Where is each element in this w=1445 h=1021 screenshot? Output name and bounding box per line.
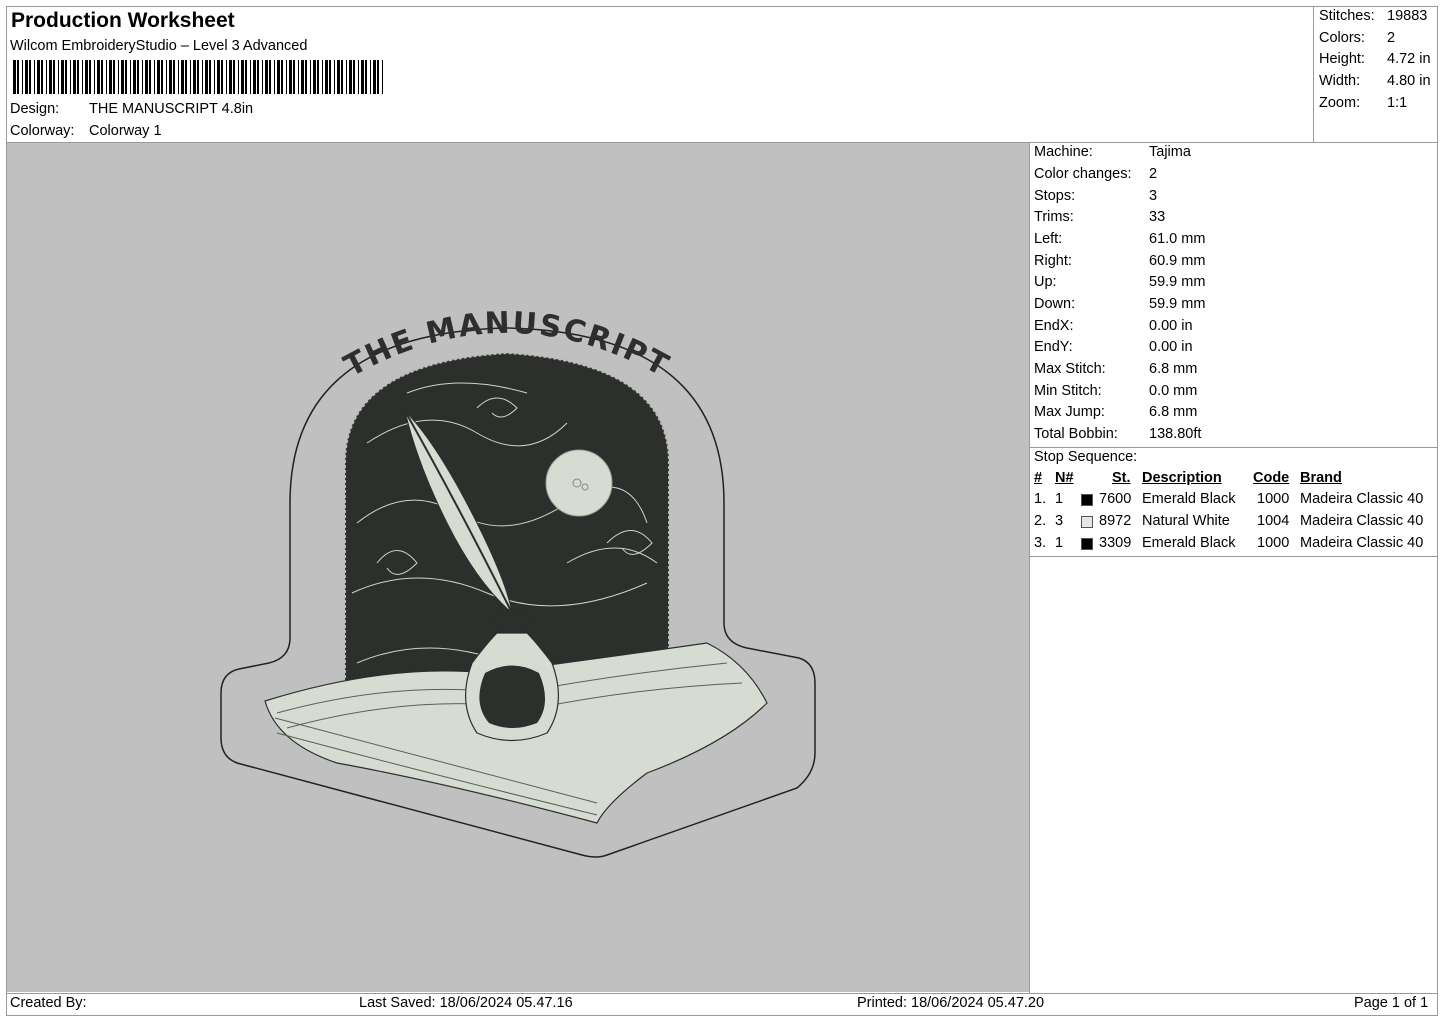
info-max-jump: Max Jump: 6.8 mm <box>1034 404 1198 420</box>
info-stops: Stops: 3 <box>1034 188 1158 204</box>
info-down: Down: 59.9 mm <box>1034 296 1206 312</box>
color-swatch <box>1081 516 1093 528</box>
page-title: Production Worksheet <box>11 9 235 32</box>
design-label: Design: <box>10 101 60 117</box>
info-trims: Trims: 33 <box>1034 209 1166 225</box>
design-value: THE MANUSCRIPT 4.8in <box>89 101 254 117</box>
info-endy: EndY: 0.00 in <box>1034 339 1193 355</box>
info-left: Left: 61.0 mm <box>1034 231 1206 247</box>
color-swatch <box>1081 538 1093 550</box>
summary-width: Width: 4.80 in <box>1319 73 1431 89</box>
col-description: Description <box>1142 470 1222 486</box>
design-row: Design: THE MANUSCRIPT 4.8in <box>10 101 253 117</box>
software-subtitle: Wilcom EmbroideryStudio – Level 3 Advanc… <box>10 38 308 54</box>
info-up: Up: 59.9 mm <box>1034 274 1206 290</box>
info-total-bobbin: Total Bobbin: 138.80ft <box>1034 426 1202 442</box>
color-swatch <box>1081 494 1093 506</box>
stop-sequence-bottom-divider <box>1030 556 1438 557</box>
info-max-stitch: Max Stitch: 6.8 mm <box>1034 361 1198 377</box>
footer: Created By: Last Saved: 18/06/2024 05.47… <box>7 993 1438 1015</box>
last-saved: Last Saved: 18/06/2024 05.47.16 <box>359 995 573 1011</box>
table-row: 3. 1 3309 Emerald Black 1000 Madeira Cla… <box>1034 535 1424 551</box>
stop-sequence-header: # N# St. Description Code Brand <box>1030 470 1438 490</box>
summary-zoom: Zoom: 1:1 <box>1319 95 1408 111</box>
panel-divider <box>1029 143 1030 993</box>
header: Production Worksheet Wilcom EmbroiderySt… <box>7 7 1312 142</box>
col-brand: Brand <box>1300 470 1342 486</box>
printed-date: Printed: 18/06/2024 05.47.20 <box>857 995 1045 1011</box>
col-code: Code <box>1253 470 1290 486</box>
design-preview: THE MANUSCRIPT <box>7 143 1029 992</box>
embroidery-design-image: THE MANUSCRIPT <box>220 306 816 858</box>
barcode <box>13 60 383 94</box>
col-needle: N# <box>1055 470 1074 486</box>
col-num: # <box>1034 470 1043 486</box>
colorway-label: Colorway: <box>10 123 75 139</box>
design-summary: Stitches: 19883 Colors: 2 Height: 4.72 in W… <box>1313 7 1439 142</box>
summary-height: Height: 4.72 in <box>1319 51 1431 67</box>
info-right: Right: 60.9 mm <box>1034 253 1206 269</box>
info-endx: EndX: 0.00 in <box>1034 318 1193 334</box>
table-row: 1. 1 7600 Emerald Black 1000 Madeira Cla… <box>1034 491 1424 507</box>
colorway-value: Colorway 1 <box>89 123 162 139</box>
created-by: Created By: <box>10 995 87 1011</box>
col-stitches: St. <box>1112 470 1131 486</box>
page-number: Page 1 of 1 <box>1354 995 1429 1011</box>
summary-stitches: Stitches: 19883 <box>1319 8 1428 24</box>
info-min-stitch: Min Stitch: 0.0 mm <box>1034 383 1198 399</box>
info-color-changes: Color changes: 2 <box>1034 166 1158 182</box>
stop-sequence-divider <box>1030 447 1438 448</box>
info-machine: Machine: Tajima <box>1034 144 1191 160</box>
table-row: 2. 3 8972 Natural White 1004 Madeira Cla… <box>1034 513 1424 529</box>
stop-sequence-title: Stop Sequence: <box>1034 449 1138 465</box>
moon <box>545 449 613 517</box>
colorway-row: Colorway: Colorway 1 <box>10 123 162 139</box>
summary-colors: Colors: 2 <box>1319 30 1396 46</box>
